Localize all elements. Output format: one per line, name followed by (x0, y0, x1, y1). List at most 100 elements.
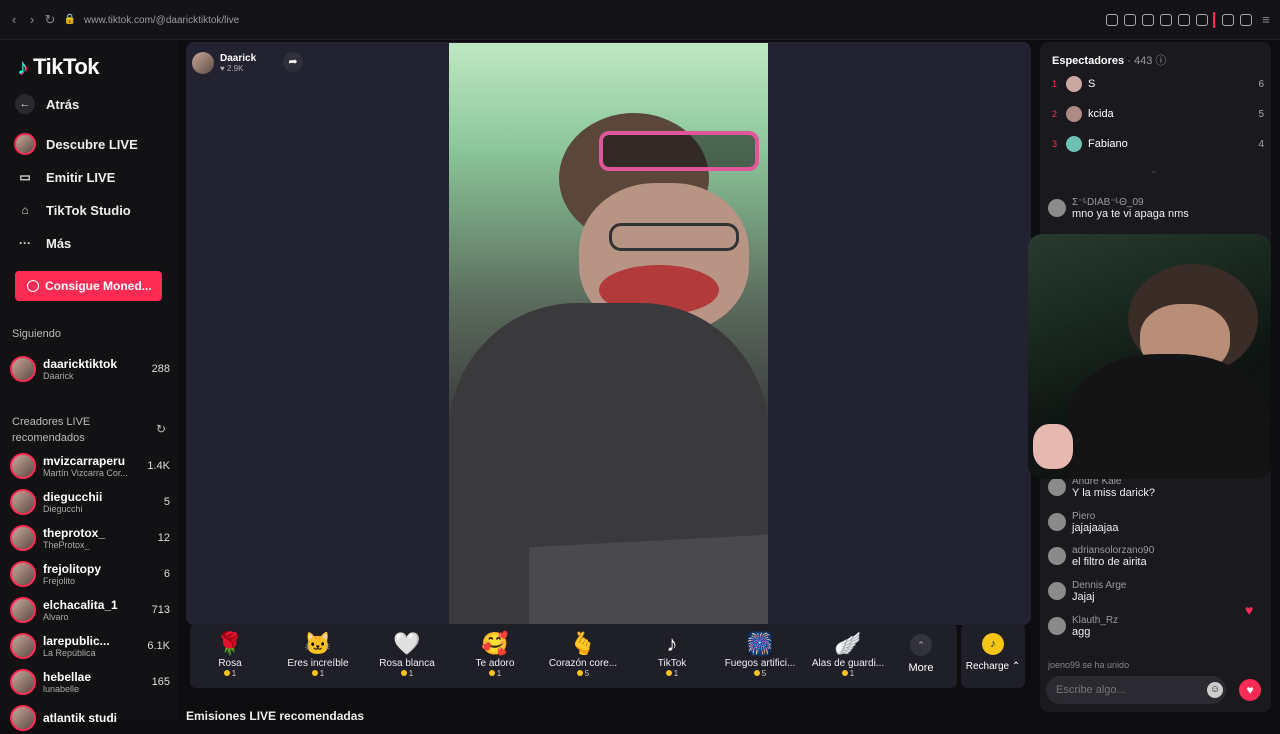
extension-icon[interactable] (1160, 14, 1172, 26)
following-item[interactable]: daaricktiktok Daarick 288 (10, 353, 170, 385)
address-bar[interactable]: www.tiktok.com/@daaricktiktok/live (84, 15, 239, 26)
creator-item[interactable]: hebellae lunabelle 165 (10, 666, 170, 698)
gift-price: 1 (673, 669, 679, 678)
nav-studio-label: TikTok Studio (46, 202, 131, 218)
avatar (1048, 513, 1066, 531)
host-chip[interactable]: Daarick ♥ 2.9K (192, 50, 272, 76)
joined-notice: joeno99 se ha unido (1048, 660, 1130, 670)
viewers-count: 443 (1133, 55, 1153, 67)
nav-tiktok-studio[interactable]: ⌂ TikTok Studio (14, 197, 131, 223)
play-icon[interactable] (1178, 14, 1190, 26)
refresh-icon[interactable]: ↻ (156, 422, 166, 436)
share-icon[interactable]: ➦ (283, 52, 303, 72)
gift-price: 1 (849, 669, 855, 678)
gifts-more-button[interactable]: ⌃ More (898, 630, 944, 674)
gift-icon: 🥰 (481, 631, 509, 656)
get-coins-button[interactable]: Consigue Moned... (15, 271, 162, 301)
chat-message: Dennis Arge Jajaj (1048, 580, 1263, 603)
chat-message: Σ⁻ᴸDIAB⁻ᴸΘ_09 mno ya te vi apaga nms (1048, 197, 1263, 220)
pin-icon[interactable] (1124, 14, 1136, 26)
like-heart-icon[interactable]: ♥ (1239, 679, 1261, 701)
nav-more[interactable]: ··· Más (14, 230, 71, 256)
tiktok-logo[interactable]: ♪ TikTok (17, 54, 99, 80)
chat-text: Jajaj (1072, 591, 1095, 603)
nav-broadcast-live[interactable]: ▭ Emitir LIVE (14, 164, 115, 190)
divider (1213, 12, 1215, 28)
nav-discover-label: Descubre LIVE (46, 136, 138, 152)
forward-arrow-icon[interactable]: › (24, 12, 40, 28)
gift-price: 1 (496, 669, 502, 678)
creator-sub: Alvaro (43, 612, 69, 622)
gift-item[interactable]: 🫰 Corazón core... 5 (543, 630, 623, 678)
avatar (10, 489, 36, 515)
gift-label: Corazón core... (548, 658, 618, 669)
creator-item[interactable]: frejolitopy Frejolito 6 (10, 558, 170, 590)
coin-icon (576, 670, 583, 676)
creator-item[interactable]: atlantik studi (10, 702, 170, 734)
gift-item[interactable]: 🌹 Rosa 1 (190, 630, 270, 678)
viewer-row[interactable]: 3 Fabiano 4 (1052, 134, 1264, 154)
viewer-rank: 2 (1052, 109, 1058, 119)
creator-viewer-count: 12 (157, 532, 170, 544)
heart-icon[interactable] (1196, 14, 1208, 26)
gift-icon: 🎆 (746, 631, 774, 656)
creator-name: atlantik studi (43, 711, 118, 725)
creator-item[interactable]: elchacalita_1 Alvaro 713 (10, 594, 170, 626)
recommended-creators-title: Creadores LIVE recomendados (12, 414, 90, 446)
viewer-rank: 3 (1052, 139, 1058, 149)
shield-icon[interactable] (1142, 14, 1154, 26)
creator-viewer-count: 6.1K (147, 640, 170, 652)
gift-price: 1 (231, 669, 237, 678)
profile-icon[interactable] (1222, 14, 1234, 26)
creator-item[interactable]: diegucchii Diegucchi 5 (10, 486, 170, 518)
chat-username[interactable]: Klauth_Rz (1072, 615, 1263, 626)
chat-text: jajajaajaa (1072, 522, 1119, 534)
nav-more-label: Más (46, 235, 72, 251)
reload-icon[interactable]: ↻ (42, 12, 58, 28)
download-icon[interactable] (1240, 14, 1252, 26)
chat-input[interactable] (1046, 676, 1226, 704)
viewers-header: Espectadores · 443 ⓘ (1052, 55, 1167, 67)
avatar (1048, 199, 1066, 217)
viewer-row[interactable]: 2 kcida 5 (1052, 104, 1264, 124)
gifts-more-label: More (908, 662, 934, 674)
creator-item[interactable]: larepublic... La República 6.1K (10, 630, 170, 662)
creator-viewer-count: 713 (151, 604, 170, 616)
gift-item[interactable]: 🎆 Fuegos artifici... 5 (720, 630, 800, 678)
chat-username[interactable]: Dennis Arge (1072, 580, 1263, 591)
viewer-name: Fabiano (1088, 138, 1128, 150)
viewer-row[interactable]: 1 S 6 (1052, 74, 1264, 94)
dots-icon: ··· (19, 236, 31, 250)
creator-sub: TheProtox_ (43, 540, 90, 550)
viewer-name: kcida (1088, 108, 1114, 120)
creator-sub: La República (43, 648, 96, 658)
chat-username[interactable]: Σ⁻ᴸDIAB⁻ᴸΘ_09 (1072, 197, 1263, 208)
zoom-icon[interactable] (1106, 14, 1118, 26)
nav-discover-live[interactable]: Descubre LIVE (14, 131, 138, 157)
back-link[interactable]: ← Atrás (14, 91, 79, 117)
gift-item[interactable]: ♪ TikTok 1 (632, 630, 712, 678)
recharge-button[interactable]: ♪ Recharge ⌃ (961, 624, 1025, 688)
avatar (10, 525, 36, 551)
streamer-webcam-overlay (1028, 234, 1271, 479)
following-count: 288 (151, 363, 170, 375)
floating-heart-icon: ♥ (1245, 602, 1254, 618)
creator-name: elchacalita_1 (43, 598, 118, 612)
creator-item[interactable]: mvizcarraperu Martín Vizcarra Cor... 1.4… (10, 450, 170, 482)
gift-item[interactable]: 🥰 Te adoro 1 (455, 630, 535, 678)
back-arrow-icon[interactable]: ‹ (6, 12, 22, 28)
gift-item[interactable]: 🪽 Alas de guardi... 1 (808, 630, 888, 678)
gift-item[interactable]: 🐱 Eres increíble 1 (278, 630, 358, 678)
gift-item[interactable]: 🤍 Rosa blanca 1 (367, 630, 447, 678)
emoji-icon[interactable]: ☺ (1207, 682, 1223, 698)
chat-message: Piero jajajaajaa (1048, 511, 1263, 534)
chat-username[interactable]: adriansolorzano90 (1072, 545, 1263, 556)
avatar (10, 633, 36, 659)
creator-item[interactable]: theprotox_ TheProtox_ 12 (10, 522, 170, 554)
avatar (1048, 478, 1066, 496)
coin-icon (753, 670, 760, 676)
menu-icon[interactable]: ≡ (1258, 12, 1274, 28)
live-video[interactable] (449, 43, 768, 625)
chat-username[interactable]: Piero (1072, 511, 1263, 522)
chevron-down-icon[interactable]: ⌄ (1150, 165, 1158, 176)
